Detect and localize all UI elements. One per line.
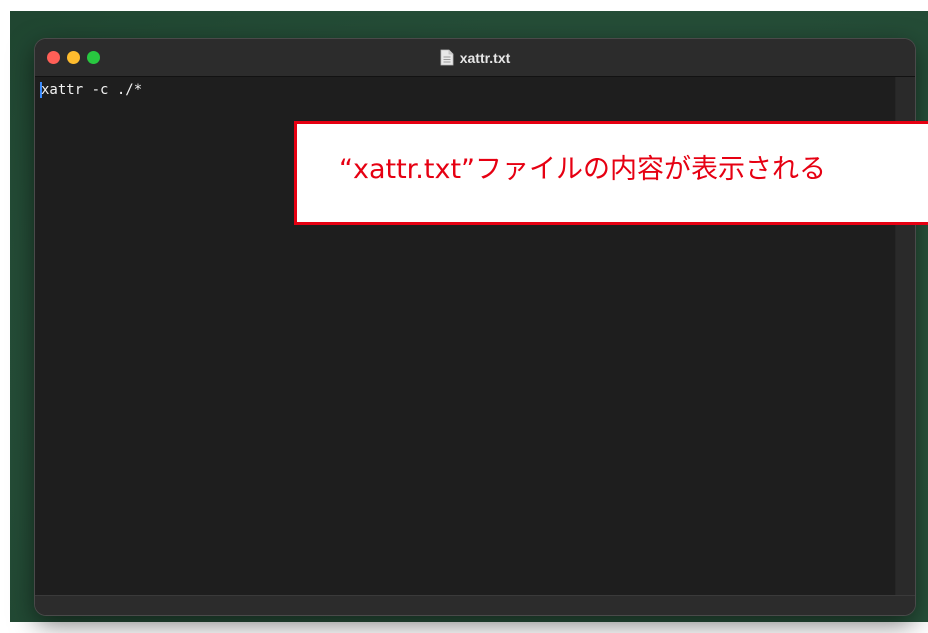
annotation-callout: “xattr.txt”ファイルの内容が表示される	[294, 121, 928, 225]
annotation-text: “xattr.txt”ファイルの内容が表示される	[339, 154, 827, 185]
document-text-line[interactable]: xattr -c ./*	[41, 81, 142, 99]
close-window-button[interactable]	[47, 51, 60, 64]
document-icon	[440, 49, 454, 66]
window-title-group: xattr.txt	[440, 49, 511, 66]
screenshot-border-bottom	[0, 622, 928, 633]
window-bottom-bar	[35, 595, 915, 615]
window-titlebar[interactable]: xattr.txt	[35, 39, 915, 77]
window-title: xattr.txt	[459, 49, 511, 66]
screenshot-border-top	[0, 0, 928, 11]
screenshot-border-left	[0, 0, 10, 633]
zoom-window-button[interactable]	[87, 51, 100, 64]
minimize-window-button[interactable]	[67, 51, 80, 64]
